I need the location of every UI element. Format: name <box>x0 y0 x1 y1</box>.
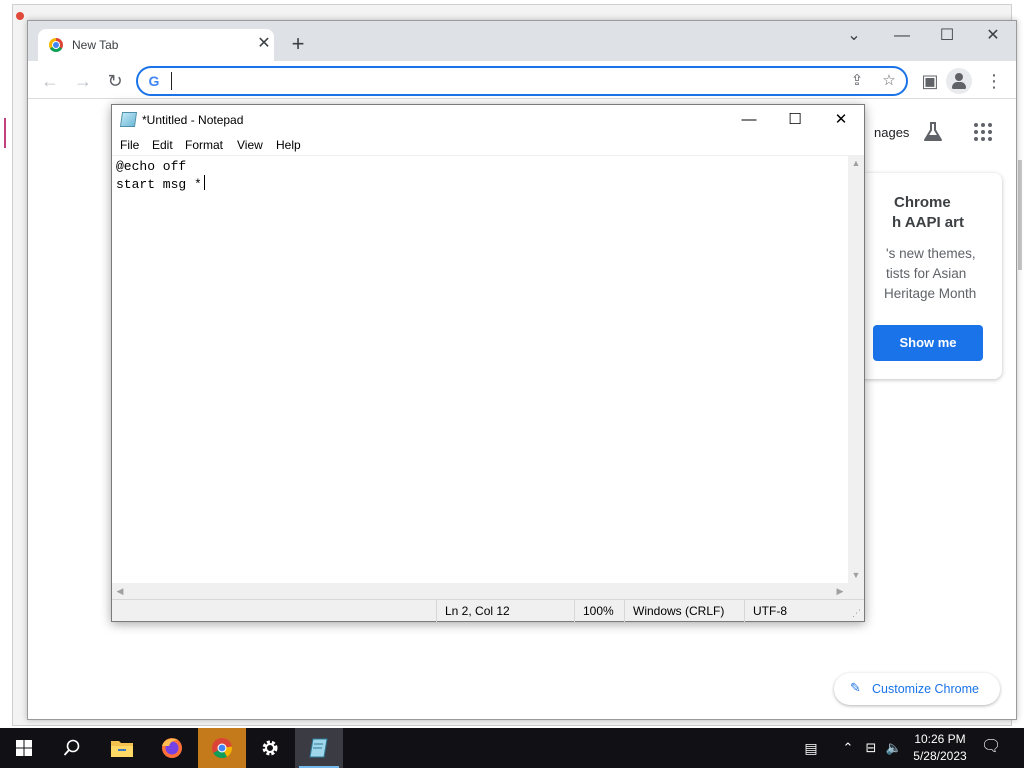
tab-new-tab[interactable]: New Tab ✕ <box>38 29 274 61</box>
menu-file[interactable]: File <box>120 138 139 152</box>
show-me-button[interactable]: Show me <box>873 325 983 361</box>
notepad-minimize-button[interactable]: — <box>726 105 772 135</box>
tab-search-icon[interactable]: ⌄ <box>834 21 874 51</box>
promo-body-line2: tists for Asian <box>886 266 967 281</box>
chrome-titlebar: New Tab ✕ + ⌄ — ☐ ✕ <box>28 21 1016 61</box>
firefox-icon <box>162 738 182 758</box>
promo-title: Chrome h AAPI art <box>892 193 1002 233</box>
notepad-icon <box>119 112 138 127</box>
chrome-icon <box>212 738 233 759</box>
menu-format[interactable]: Format <box>185 138 223 152</box>
menu-help[interactable]: Help <box>276 138 301 152</box>
bookmark-star-icon[interactable]: ☆ <box>878 70 900 92</box>
taskbar-search-button[interactable] <box>48 728 96 768</box>
chrome-toolbar: ← → ↻ G ⇪ ☆ ▣ ⋮ <box>28 61 1016 99</box>
close-button[interactable]: ✕ <box>973 21 1013 51</box>
text-caret <box>171 72 172 90</box>
new-tab-button[interactable]: + <box>286 33 310 57</box>
windows-icon <box>16 740 32 756</box>
background-window-accent <box>4 118 6 148</box>
scroll-down-icon[interactable]: ▼ <box>848 567 864 583</box>
news-widget-icon[interactable]: ▤ <box>800 738 822 758</box>
notepad-title: *Untitled - Notepad <box>142 113 244 127</box>
gear-icon <box>262 740 278 756</box>
notifications-icon[interactable]: 🗨 <box>981 737 1001 757</box>
promo-body-line3: Heritage Month <box>884 286 977 301</box>
taskbar-chrome[interactable] <box>198 728 246 768</box>
google-apps-icon[interactable] <box>972 121 994 143</box>
profile-avatar-icon[interactable] <box>946 68 972 94</box>
scroll-right-icon[interactable]: ▶ <box>832 583 848 599</box>
show-hidden-icons-chevron-icon[interactable]: ⌃ <box>838 738 858 758</box>
share-icon[interactable]: ⇪ <box>846 70 868 92</box>
notepad-text-area[interactable]: @echo off start msg * <box>112 155 848 583</box>
folder-icon <box>111 741 133 757</box>
address-bar[interactable]: G ⇪ ☆ <box>136 66 908 96</box>
chrome-menu-icon[interactable]: ⋮ <box>980 67 1008 95</box>
promo-title-line1: Chrome <box>894 194 951 211</box>
back-icon[interactable]: ← <box>36 67 64 95</box>
status-position: Ln 2, Col 12 <box>436 600 574 622</box>
clock-time[interactable]: 10:26 PM <box>910 732 970 746</box>
resize-grip-icon[interactable]: ⋰ <box>852 608 861 619</box>
status-zoom: 100% <box>574 600 624 622</box>
text-caret <box>204 175 205 190</box>
volume-muted-icon[interactable]: 🔈 <box>884 738 904 758</box>
promo-body: 's new themes, tists for Asian Heritage … <box>884 244 1002 304</box>
taskbar: ▤ ⌃ ⊟ 🔈 10:26 PM 5/28/2023 🗨 <box>0 728 1024 768</box>
customize-chrome-button[interactable]: ✎ Customize Chrome <box>834 673 1000 705</box>
search-icon <box>63 739 80 756</box>
notepad-icon <box>309 738 328 758</box>
network-icon[interactable]: ⊟ <box>861 738 881 758</box>
reload-icon[interactable]: ↻ <box>101 67 129 95</box>
promo-title-line2: h AAPI art <box>892 214 964 231</box>
scroll-up-icon[interactable]: ▲ <box>848 155 864 171</box>
promo-body-line1: 's new themes, <box>886 246 976 261</box>
status-line-ending: Windows (CRLF) <box>624 600 744 622</box>
tab-close-icon[interactable]: ✕ <box>256 36 272 52</box>
clock-date[interactable]: 5/28/2023 <box>904 749 976 763</box>
taskbar-firefox[interactable] <box>148 728 196 768</box>
chrome-icon <box>49 38 63 52</box>
notepad-close-button[interactable]: ✕ <box>818 105 864 135</box>
customize-chrome-label: Customize Chrome <box>872 682 979 696</box>
notepad-titlebar[interactable]: *Untitled - Notepad — ☐ ✕ <box>112 105 864 135</box>
minimize-button[interactable]: — <box>882 21 922 51</box>
maximize-button[interactable]: ☐ <box>927 21 967 51</box>
labs-flask-icon[interactable] <box>922 121 944 143</box>
notepad-maximize-button[interactable]: ☐ <box>772 105 818 135</box>
tab-title: New Tab <box>72 38 119 52</box>
taskbar-settings[interactable] <box>246 728 294 768</box>
address-input[interactable] <box>170 71 810 91</box>
background-window-dot <box>16 12 24 20</box>
status-encoding: UTF-8 <box>744 600 848 622</box>
images-link[interactable]: nages <box>874 125 909 140</box>
google-icon: G <box>148 73 160 89</box>
taskbar-notepad[interactable] <box>295 728 343 768</box>
scroll-left-icon[interactable]: ◀ <box>112 583 128 599</box>
menu-view[interactable]: View <box>237 138 263 152</box>
vertical-scrollbar[interactable]: ▲ ▼ <box>848 155 864 583</box>
side-panel-icon[interactable]: ▣ <box>916 67 944 95</box>
horizontal-scrollbar[interactable]: ◀ ▶ <box>112 583 848 599</box>
start-button[interactable] <box>0 728 48 768</box>
notepad-window: *Untitled - Notepad — ☐ ✕ File Edit Form… <box>111 104 865 622</box>
taskbar-file-explorer[interactable] <box>98 728 146 768</box>
notepad-statusbar: Ln 2, Col 12 100% Windows (CRLF) UTF-8 ⋰ <box>112 599 864 622</box>
scrollbar-corner <box>848 583 864 599</box>
notepad-text-content[interactable]: @echo off start msg * <box>116 158 202 194</box>
forward-icon[interactable]: → <box>69 67 97 95</box>
menu-edit[interactable]: Edit <box>152 138 173 152</box>
background-scrollbar <box>1018 160 1022 270</box>
pencil-icon: ✎ <box>850 680 861 695</box>
notepad-menubar: File Edit Format View Help <box>112 135 864 155</box>
